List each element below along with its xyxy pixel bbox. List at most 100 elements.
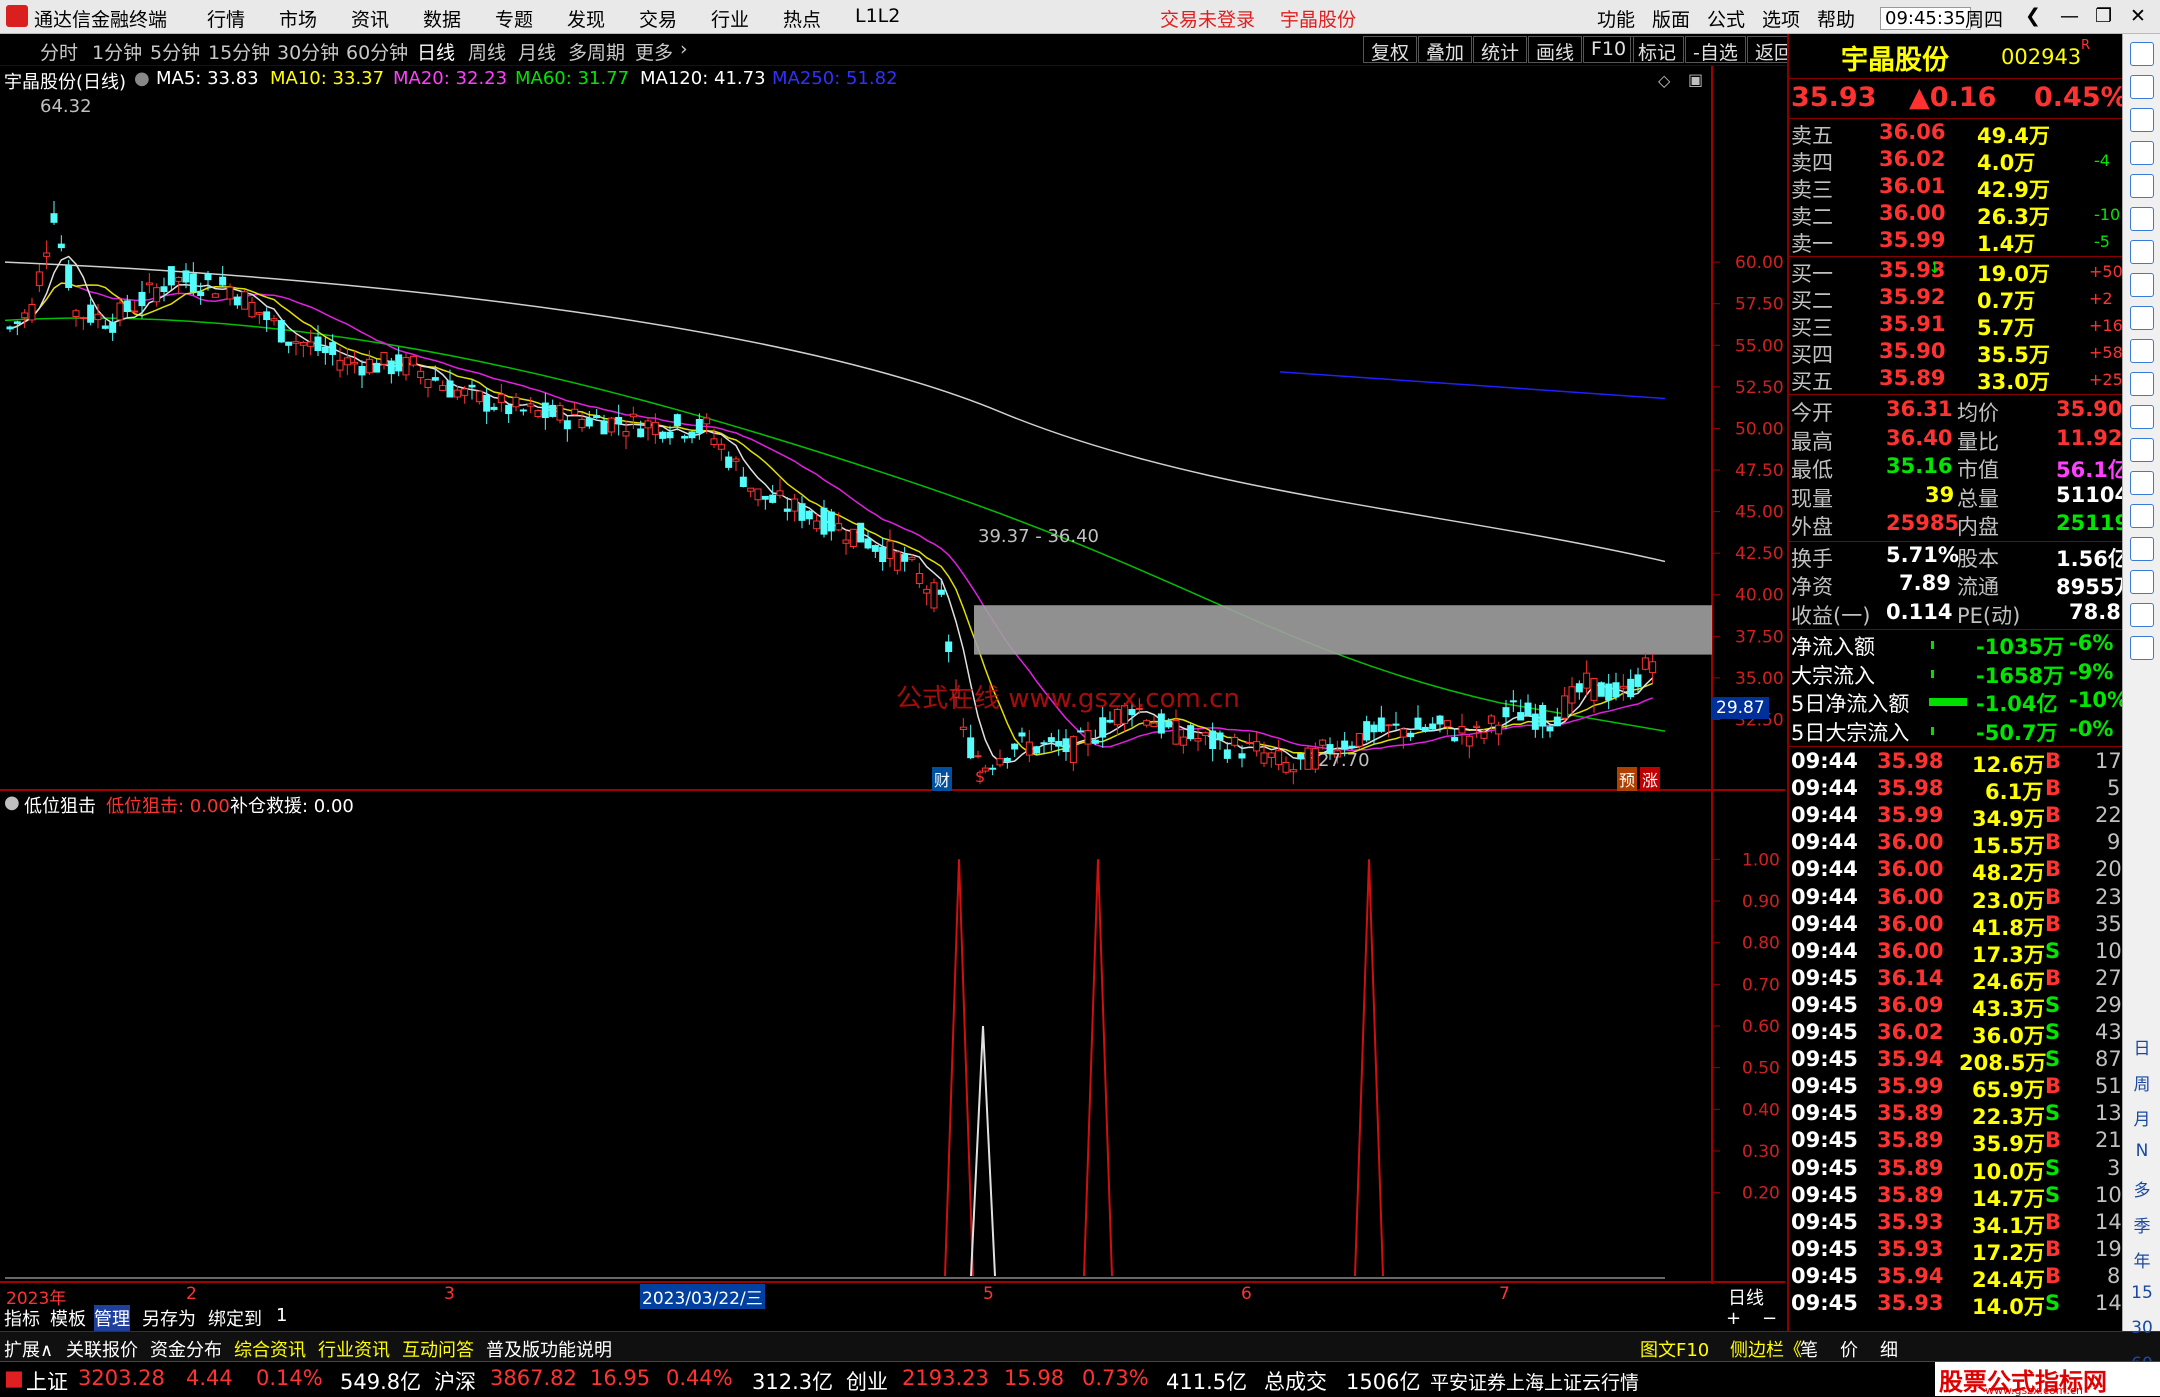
diamond-icon[interactable]: ◇: [1658, 71, 1670, 90]
up-arrow-icon[interactable]: [2130, 75, 2154, 99]
tab-zijin[interactable]: 资金分布: [150, 1336, 222, 1362]
tab-hangye[interactable]: 行业资讯: [318, 1336, 390, 1362]
tab-guanli[interactable]: 管理: [94, 1305, 130, 1331]
bar-icon[interactable]: [2130, 240, 2154, 264]
menu-redian[interactable]: 热点: [783, 5, 821, 32]
tab-number[interactable]: 1: [276, 1305, 287, 1326]
sh-label[interactable]: 上证: [26, 1366, 68, 1396]
tab-sidebar[interactable]: 侧边栏《: [1730, 1336, 1802, 1362]
tab-shuoming[interactable]: 普及版功能说明: [486, 1336, 612, 1362]
tab-guanlian[interactable]: 关联报价: [66, 1336, 138, 1362]
period-weekly[interactable]: 周线: [468, 38, 506, 65]
period-fenshi[interactable]: 分时: [40, 38, 78, 65]
menu-jiaoyi[interactable]: 交易: [639, 5, 677, 32]
stats-button[interactable]: 统计: [1473, 36, 1528, 64]
period-daily[interactable]: 日线: [417, 38, 455, 65]
side-period-5[interactable]: 季: [2123, 1212, 2160, 1237]
forecast-marker[interactable]: 预: [1617, 767, 1638, 791]
menu-gongshi[interactable]: 公式: [1707, 5, 1745, 32]
list-icon[interactable]: [2130, 174, 2154, 198]
period-1min[interactable]: 1分钟: [92, 38, 142, 65]
diagram-icon[interactable]: [2130, 42, 2154, 66]
candle-body: [1275, 750, 1283, 766]
grid2-icon[interactable]: [2130, 372, 2154, 396]
maximize-icon[interactable]: ❐: [2095, 5, 2112, 27]
menu-zhuanti[interactable]: 专题: [495, 5, 533, 32]
tab-f10[interactable]: 图文F10: [1640, 1336, 1709, 1362]
side-period-0[interactable]: 日: [2123, 1034, 2160, 1059]
tab-muban[interactable]: 模板: [50, 1305, 86, 1331]
move-icon[interactable]: [2130, 537, 2154, 561]
menu-faxian[interactable]: 发现: [567, 5, 605, 32]
period-15min[interactable]: 15分钟: [208, 38, 270, 65]
tab-bangding[interactable]: 绑定到: [208, 1305, 262, 1331]
tab-zhibiao[interactable]: 指标: [4, 1305, 40, 1331]
menu-xuanxiang[interactable]: 选项: [1762, 5, 1800, 32]
doc-icon[interactable]: [2130, 273, 2154, 297]
down-arrow-icon[interactable]: [2130, 108, 2154, 132]
grid-icon[interactable]: [2130, 339, 2154, 363]
fs-icon[interactable]: [2130, 603, 2154, 627]
limit-up-marker[interactable]: 涨: [1640, 767, 1661, 791]
clock-icon[interactable]: [2130, 438, 2154, 462]
period-monthly[interactable]: 月线: [518, 38, 556, 65]
caibao-marker[interactable]: 财: [932, 767, 953, 791]
tab-zonghe[interactable]: 综合资讯: [234, 1336, 306, 1362]
tab-jia[interactable]: 价: [1840, 1336, 1858, 1362]
close-icon[interactable]: ✕: [2130, 5, 2146, 27]
period-30min[interactable]: 30分钟: [277, 38, 339, 65]
indicator-toggle-icon[interactable]: ●: [4, 792, 20, 813]
calendar-icon[interactable]: [2130, 636, 2154, 660]
menu-bangzhu[interactable]: 帮助: [1817, 5, 1855, 32]
side-period-4[interactable]: 多: [2123, 1176, 2160, 1201]
minimize-icon[interactable]: —: [2060, 5, 2079, 27]
dividend-marker[interactable]: $: [975, 767, 985, 786]
candle-body: [1216, 732, 1224, 741]
mark-button[interactable]: 标记: [1630, 36, 1685, 64]
draw-button[interactable]: 画线: [1528, 36, 1583, 64]
menu-shichang[interactable]: 市场: [279, 5, 317, 32]
f10-button[interactable]: F10: [1583, 36, 1635, 63]
menu-hangqing[interactable]: 行情: [207, 5, 245, 32]
legend-toggle-icon[interactable]: ●: [134, 68, 150, 89]
side-period-3[interactable]: N: [2123, 1141, 2160, 1161]
stock-link[interactable]: 宇晶股份: [1280, 5, 1356, 32]
f2-icon[interactable]: [2130, 405, 2154, 429]
tab-kuozhan[interactable]: 扩展∧: [4, 1336, 53, 1362]
period-more[interactable]: 更多: [635, 38, 673, 65]
fuquan-button[interactable]: 复权: [1363, 36, 1418, 64]
window-layout-icon[interactable]: ▣: [1688, 70, 1703, 89]
pen-icon[interactable]: [2130, 570, 2154, 594]
tab-bi[interactable]: 笔: [1800, 1336, 1818, 1362]
side-period-8[interactable]: 30: [2123, 1318, 2160, 1338]
trade-login-status[interactable]: 交易未登录: [1160, 5, 1255, 32]
f10-icon[interactable]: [2130, 306, 2154, 330]
menu-l1l2[interactable]: L1L2: [855, 5, 900, 27]
tab-hudong[interactable]: 互动问答: [402, 1336, 474, 1362]
menu-gongneng[interactable]: 功能: [1597, 5, 1635, 32]
back-nav-icon[interactable]: ❮: [2025, 5, 2041, 27]
s-icon[interactable]: [2130, 504, 2154, 528]
side-period-7[interactable]: 15: [2123, 1283, 2160, 1303]
chart-icon[interactable]: [2130, 141, 2154, 165]
menu-shuju[interactable]: 数据: [423, 5, 461, 32]
kline-chart[interactable]: 32.5035.0037.5040.0042.5045.0047.5050.00…: [0, 66, 1785, 1331]
period-multi[interactable]: 多周期: [568, 38, 625, 65]
chart-area[interactable]: 32.50 35.00 37.50 40.00 42.50 45.00 47.50 50.00…: [0, 66, 1785, 1331]
side-period-1[interactable]: 周: [2123, 1070, 2160, 1095]
menu-zixun[interactable]: 资讯: [351, 5, 389, 32]
hs-label[interactable]: 沪深: [434, 1366, 476, 1396]
tab-lingcun[interactable]: 另存为: [142, 1305, 196, 1331]
period-5min[interactable]: 5分钟: [150, 38, 200, 65]
tab-xi[interactable]: 细: [1880, 1336, 1898, 1362]
remove-watchlist-button[interactable]: -自选: [1685, 36, 1746, 64]
cy-label[interactable]: 创业: [846, 1366, 888, 1396]
side-period-6[interactable]: 年: [2123, 1247, 2160, 1272]
rsi-label-icon[interactable]: [2130, 471, 2154, 495]
menu-hangye[interactable]: 行业: [711, 5, 749, 32]
menu-banmian[interactable]: 版面: [1652, 5, 1690, 32]
side-period-2[interactable]: 月: [2123, 1105, 2160, 1130]
overlay-button[interactable]: 叠加: [1418, 36, 1473, 64]
period-60min[interactable]: 60分钟: [346, 38, 408, 65]
trend-icon[interactable]: [2130, 207, 2154, 231]
